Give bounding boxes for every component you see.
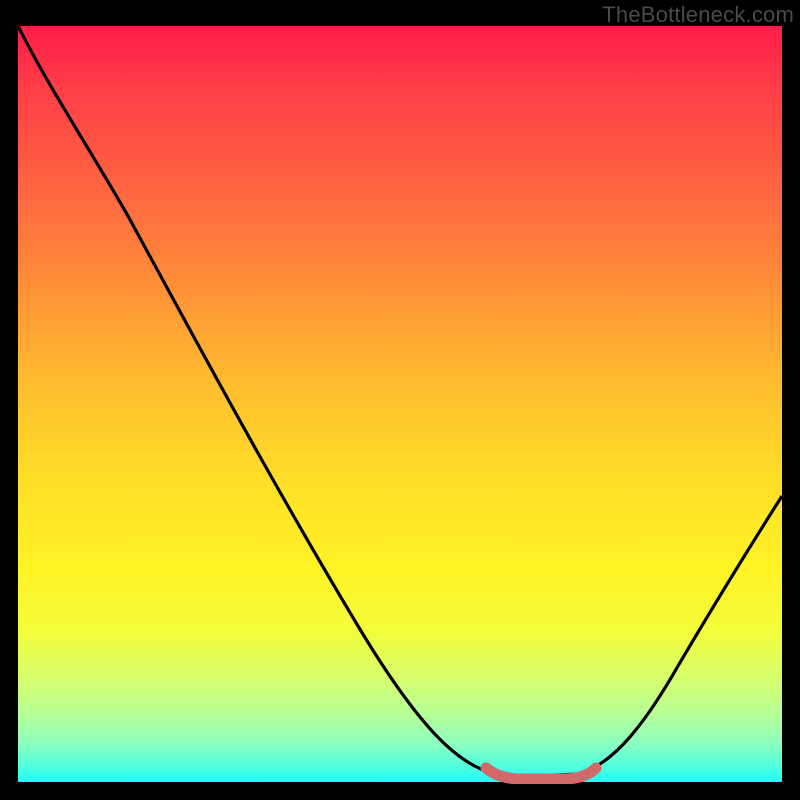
chart-svg bbox=[18, 26, 782, 784]
bottleneck-curve-path bbox=[18, 26, 782, 776]
chart-frame bbox=[18, 26, 782, 784]
watermark-text: TheBottleneck.com bbox=[602, 2, 794, 28]
bottleneck-minimum-band-path bbox=[486, 768, 596, 779]
